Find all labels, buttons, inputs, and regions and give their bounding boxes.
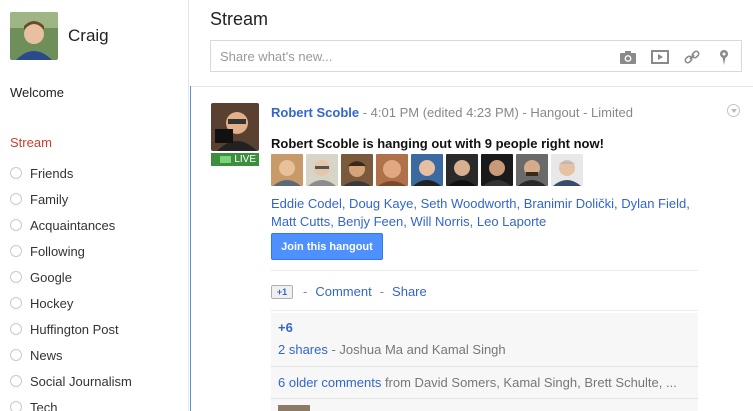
circle-icon: [10, 193, 22, 205]
participant-names[interactable]: Eddie Codel, Doug Kaye, Seth Woodworth, …: [271, 195, 711, 231]
post-author-link[interactable]: Robert Scoble: [271, 105, 359, 120]
engagement-panel: [271, 313, 698, 411]
video-icon[interactable]: [651, 48, 669, 66]
participant-avatar[interactable]: [341, 154, 373, 186]
post-header: Robert Scoble - 4:01 PM (edited 4:23 PM)…: [271, 105, 633, 120]
participant-avatar[interactable]: [376, 154, 408, 186]
sidebar-item-acquaintances[interactable]: Acquaintances: [10, 212, 132, 238]
divider: [271, 398, 698, 399]
camera-icon[interactable]: [619, 48, 637, 66]
post-author-avatar[interactable]: [211, 103, 259, 151]
sidebar-item-family[interactable]: Family: [10, 186, 132, 212]
divider: [190, 86, 753, 87]
participant-avatar[interactable]: [411, 154, 443, 186]
sidebar-item-label: News: [30, 347, 63, 363]
circle-icon: [10, 297, 22, 309]
divider: [271, 310, 698, 311]
action-separator: -: [303, 284, 308, 299]
live-label: LIVE: [234, 154, 256, 165]
divider: [271, 270, 698, 271]
post-actions: +1 - Comment - Share: [271, 284, 427, 299]
sidebar: Craig Welcome Stream Friends Family Acqu…: [0, 0, 189, 411]
commenter-avatar[interactable]: [278, 405, 310, 411]
older-comments-link[interactable]: 6 older comments: [278, 375, 381, 390]
post-text: Robert Scoble is hanging out with 9 peop…: [271, 136, 604, 151]
share-link[interactable]: Share: [392, 284, 427, 299]
main-content: Stream Share what's new... LIVE Robert S…: [190, 0, 753, 411]
video-camera-icon: [220, 156, 232, 163]
circle-icon: [10, 245, 22, 257]
sidebar-item-stream[interactable]: Stream: [10, 135, 52, 150]
location-pin-icon[interactable]: [715, 48, 733, 66]
link-icon[interactable]: [683, 48, 701, 66]
shares-summary: 2 shares - Joshua Ma and Kamal Singh: [278, 342, 506, 357]
participant-avatar[interactable]: [271, 154, 303, 186]
sidebar-item-label: Social Journalism: [30, 373, 132, 389]
participant-avatar[interactable]: [551, 154, 583, 186]
participant-avatar[interactable]: [516, 154, 548, 186]
sidebar-item-label: Friends: [30, 165, 74, 181]
participant-names-line[interactable]: Eddie Codel, Doug Kaye, Seth Woodworth, …: [271, 195, 711, 213]
sidebar-item-social-journalism[interactable]: Social Journalism: [10, 368, 132, 394]
share-toolbar: [619, 48, 733, 66]
plus-one-count[interactable]: +6: [278, 320, 293, 335]
live-badge: LIVE: [211, 153, 259, 166]
action-separator: -: [379, 284, 385, 299]
participant-avatar[interactable]: [481, 154, 513, 186]
participant-avatar[interactable]: [306, 154, 338, 186]
circle-icon: [10, 167, 22, 179]
join-hangout-button[interactable]: Join this hangout: [271, 233, 383, 260]
share-input[interactable]: Share what's new...: [210, 40, 742, 72]
sidebar-item-huffington-post[interactable]: Huffington Post: [10, 316, 132, 342]
sidebar-item-label: Hockey: [30, 295, 74, 311]
sidebar-item-following[interactable]: Following: [10, 238, 132, 264]
plus-one-button[interactable]: +1: [271, 284, 293, 299]
circles-list: Friends Family Acquaintances Following G…: [10, 160, 132, 411]
older-comments: 6 older comments from David Somers, Kama…: [278, 375, 690, 390]
sidebar-item-label: Google: [30, 269, 72, 285]
sidebar-item-label: Tech: [30, 399, 58, 411]
hangout-participants: [271, 154, 583, 186]
profile-name[interactable]: Craig: [68, 26, 109, 46]
sidebar-item-welcome[interactable]: Welcome: [10, 85, 64, 100]
post-meta[interactable]: - 4:01 PM (edited 4:23 PM) - Hangout - L…: [359, 105, 633, 120]
sidebar-item-hockey[interactable]: Hockey: [10, 290, 132, 316]
shares-people: - Joshua Ma and Kamal Singh: [327, 342, 506, 357]
post-menu-chevron-icon[interactable]: [727, 104, 740, 117]
circle-icon: [10, 323, 22, 335]
sidebar-item-news[interactable]: News: [10, 342, 132, 368]
circle-icon: [10, 375, 22, 387]
stream-rail: [190, 86, 191, 411]
participant-avatar[interactable]: [446, 154, 478, 186]
sidebar-item-label: Family: [30, 191, 69, 207]
sidebar-item-tech[interactable]: Tech: [10, 394, 132, 411]
sidebar-item-label: Huffington Post: [30, 321, 119, 337]
circle-icon: [10, 401, 22, 411]
sidebar-item-label: Following: [30, 243, 85, 259]
page-title: Stream: [210, 9, 269, 29]
profile[interactable]: Craig: [10, 12, 109, 60]
shares-count-link[interactable]: 2 shares: [278, 342, 328, 357]
circle-icon: [10, 349, 22, 361]
circle-icon: [10, 219, 22, 231]
participant-names-line[interactable]: Matt Cutts, Benjy Feen, Will Norris, Leo…: [271, 213, 711, 231]
user-avatar[interactable]: [10, 12, 58, 60]
sidebar-item-friends[interactable]: Friends: [10, 160, 132, 186]
comment-link[interactable]: Comment: [315, 284, 371, 299]
divider: [271, 366, 698, 367]
sidebar-item-label: Acquaintances: [30, 217, 116, 233]
older-comments-authors: from David Somers, Kamal Singh, Brett Sc…: [381, 375, 677, 390]
sidebar-item-google[interactable]: Google: [10, 264, 132, 290]
circle-icon: [10, 271, 22, 283]
share-placeholder: Share what's new...: [220, 49, 333, 64]
